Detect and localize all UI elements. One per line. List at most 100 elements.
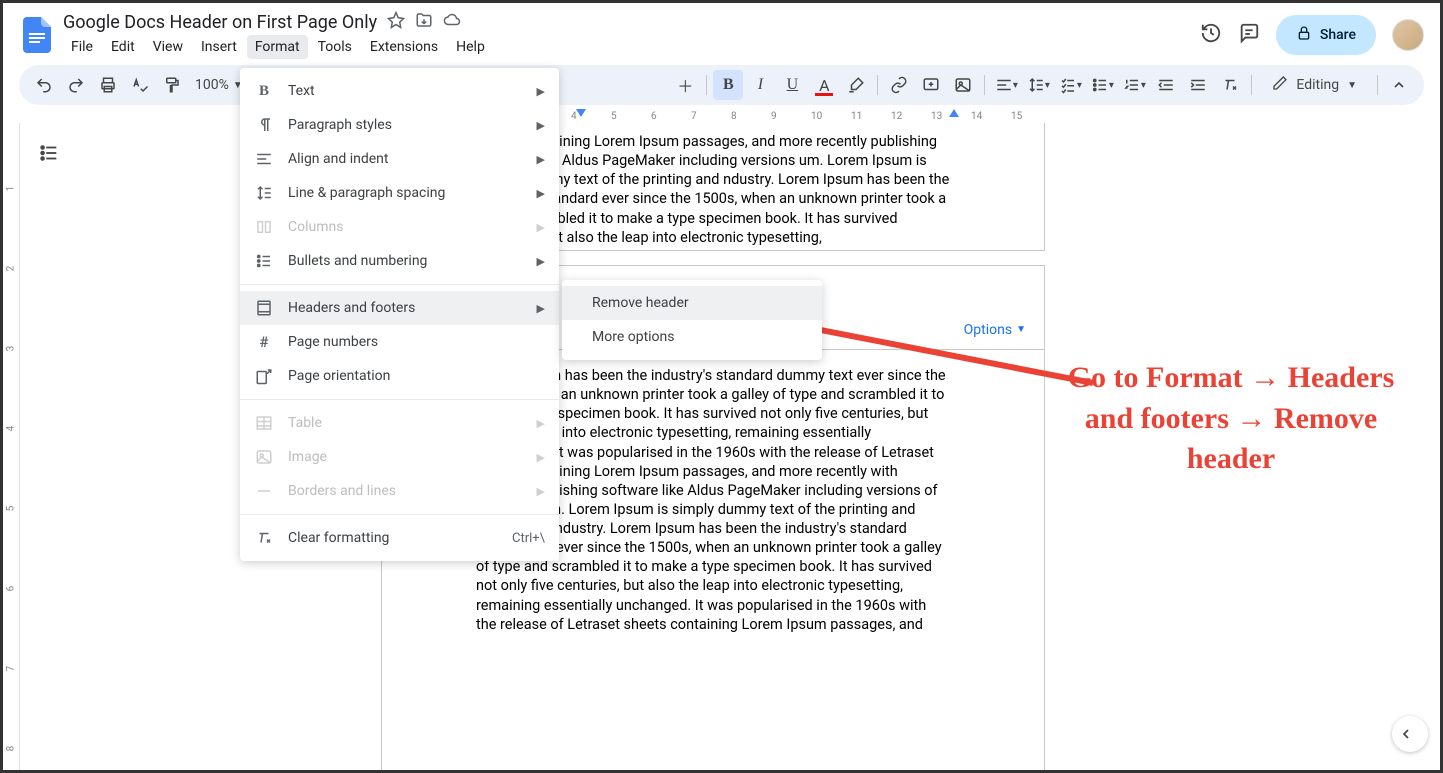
- vertical-ruler[interactable]: 12345678: [6, 123, 20, 770]
- menu-insert[interactable]: Insert: [193, 35, 245, 59]
- docs-logo[interactable]: [19, 17, 55, 53]
- highlight-button[interactable]: [841, 70, 871, 100]
- submenu-arrow-icon: ▶: [537, 302, 545, 315]
- menu-tools[interactable]: Tools: [310, 35, 360, 59]
- increase-indent-button[interactable]: [1183, 70, 1213, 100]
- ruler-tick: 15: [1011, 111, 1022, 122]
- submenu-arrow-icon: ▶: [537, 451, 545, 464]
- bold-button[interactable]: B: [713, 70, 743, 100]
- submenu-arrow-icon: ▶: [537, 255, 545, 268]
- menu-item-label: Page numbers: [288, 334, 545, 350]
- orientation-icon: [254, 366, 274, 386]
- insert-image-button[interactable]: [948, 70, 978, 100]
- menu-item-borders-and-lines: Borders and lines▶: [240, 474, 559, 508]
- font-size-plus[interactable]: ＋: [670, 70, 700, 100]
- text-color-button[interactable]: A: [809, 70, 839, 100]
- share-button[interactable]: Share: [1276, 15, 1376, 55]
- image-icon: [254, 447, 274, 467]
- ruler-tick: 8: [731, 111, 737, 122]
- submenu-arrow-icon: ▶: [537, 221, 545, 234]
- bold-icon: B: [254, 81, 274, 101]
- ruler-tick: 7: [691, 111, 697, 122]
- menu-item-page-orientation[interactable]: Page orientation: [240, 359, 559, 393]
- ruler-tick: 10: [811, 111, 822, 122]
- star-icon[interactable]: [387, 11, 405, 33]
- menu-item-label: Image: [288, 449, 523, 465]
- ruler-tick: 4: [5, 426, 16, 432]
- menu-item-bullets-and-numbering[interactable]: Bullets and numbering▶: [240, 244, 559, 278]
- comments-icon[interactable]: [1238, 22, 1260, 48]
- menu-format[interactable]: Format: [247, 35, 308, 59]
- checklist-button[interactable]: ▾: [1055, 70, 1085, 100]
- insert-comment-button[interactable]: [916, 70, 946, 100]
- decrease-indent-button[interactable]: [1151, 70, 1181, 100]
- ruler-tick: 8: [5, 746, 16, 752]
- menu-item-headers-and-footers[interactable]: Headers and footers ▶: [240, 291, 559, 325]
- align-button[interactable]: ▾: [991, 70, 1021, 100]
- history-icon[interactable]: [1200, 22, 1222, 48]
- bulleted-list-button[interactable]: ▾: [1087, 70, 1117, 100]
- paragraph-icon: [254, 115, 274, 135]
- redo-button[interactable]: [61, 70, 91, 100]
- zoom-value: 100%: [195, 77, 229, 93]
- menu-item-table: Table▶: [240, 406, 559, 440]
- submenu-item-remove-header[interactable]: Remove header: [562, 286, 822, 320]
- menu-file[interactable]: File: [63, 35, 101, 59]
- editing-mode-button[interactable]: Editing ▼: [1258, 75, 1371, 95]
- ruler-tick: 13: [931, 111, 942, 122]
- instruction-annotation: Go to Format → Headers and footers → Rem…: [1046, 358, 1416, 480]
- ruler-tick: 6: [5, 586, 16, 592]
- menu-item-align-and-indent[interactable]: Align and indent ▶: [240, 142, 559, 176]
- menu-view[interactable]: View: [145, 35, 191, 59]
- submenu-item-more-options[interactable]: More options: [562, 320, 822, 354]
- menu-item-paragraph-styles[interactable]: Paragraph styles ▶: [240, 108, 559, 142]
- menu-edit[interactable]: Edit: [103, 35, 143, 59]
- chevron-down-icon: ▼: [1016, 323, 1026, 336]
- ruler-tick: 6: [651, 111, 657, 122]
- document-title[interactable]: Google Docs Header on First Page Only: [63, 12, 377, 33]
- menu-item-label: Table: [288, 415, 523, 431]
- move-icon[interactable]: [415, 11, 433, 33]
- underline-button[interactable]: U: [777, 70, 807, 100]
- line-spacing-button[interactable]: ▾: [1023, 70, 1053, 100]
- ruler-tick: 7: [5, 666, 16, 672]
- numbered-list-button[interactable]: ▾: [1119, 70, 1149, 100]
- menu-item-columns: Columns▶: [240, 210, 559, 244]
- headerfooter-icon: [254, 298, 274, 318]
- ruler-tick: 5: [611, 111, 617, 122]
- menu-item-clear-formatting[interactable]: Clear formattingCtrl+\: [240, 521, 559, 555]
- header-options-button[interactable]: Options▼: [964, 321, 1026, 339]
- menu-extensions[interactable]: Extensions: [362, 35, 446, 59]
- ruler-tick: 12: [891, 111, 902, 122]
- menu-item-label: Paragraph styles: [288, 117, 523, 133]
- spellcheck-button[interactable]: [125, 70, 155, 100]
- print-button[interactable]: [93, 70, 123, 100]
- menu-item-text[interactable]: BText▶: [240, 74, 559, 108]
- submenu-arrow-icon: ▶: [537, 119, 545, 132]
- insert-link-button[interactable]: [884, 70, 914, 100]
- user-avatar[interactable]: [1392, 19, 1424, 51]
- explore-button[interactable]: [1392, 716, 1428, 752]
- menu-item-label: Align and indent: [288, 151, 523, 167]
- ruler-tick: 3: [5, 346, 16, 352]
- submenu-arrow-icon: ▶: [537, 153, 545, 166]
- share-label: Share: [1320, 27, 1356, 43]
- collapse-toolbar-button[interactable]: [1384, 70, 1414, 100]
- menu-help[interactable]: Help: [448, 35, 493, 59]
- pagenum-icon: #: [254, 332, 274, 352]
- undo-button[interactable]: [29, 70, 59, 100]
- editing-label: Editing: [1296, 77, 1339, 93]
- clear-formatting-button[interactable]: [1215, 70, 1245, 100]
- cloud-icon[interactable]: [443, 11, 461, 33]
- document-outline-button[interactable]: [31, 135, 67, 171]
- ruler-tick: 9: [771, 111, 777, 122]
- menu-item-label: Clear formatting: [288, 530, 498, 546]
- menu-item-page-numbers[interactable]: # Page numbers: [240, 325, 559, 359]
- menu-item-line-paragraph-spacing[interactable]: Line & paragraph spacing▶: [240, 176, 559, 210]
- paint-format-button[interactable]: [157, 70, 187, 100]
- submenu-arrow-icon: ▶: [537, 85, 545, 98]
- menu-item-label: Headers and footers: [288, 300, 523, 316]
- menu-item-label: Page orientation: [288, 368, 545, 384]
- italic-button[interactable]: I: [745, 70, 775, 100]
- format-menu-dropdown: BText▶ Paragraph styles ▶ Align and indent ▶…: [240, 68, 559, 561]
